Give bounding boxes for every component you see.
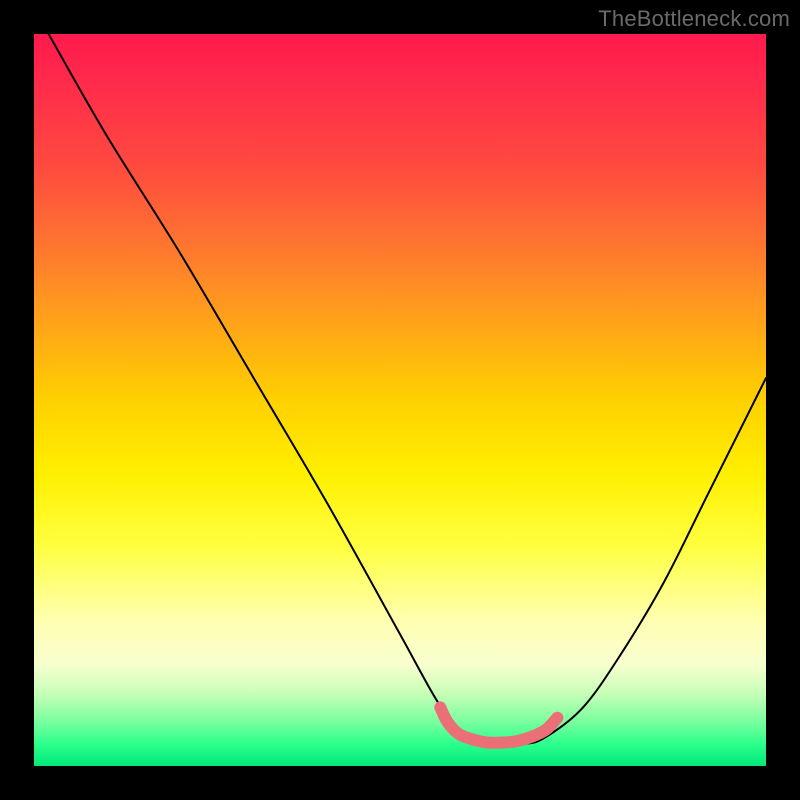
- app-frame: TheBottleneck.com: [0, 0, 800, 800]
- valley-marker: [440, 707, 557, 742]
- watermark-text: TheBottleneck.com: [598, 6, 790, 32]
- chart-area: [34, 34, 766, 766]
- chart-svg: [34, 34, 766, 766]
- bottleneck-curve: [49, 34, 766, 745]
